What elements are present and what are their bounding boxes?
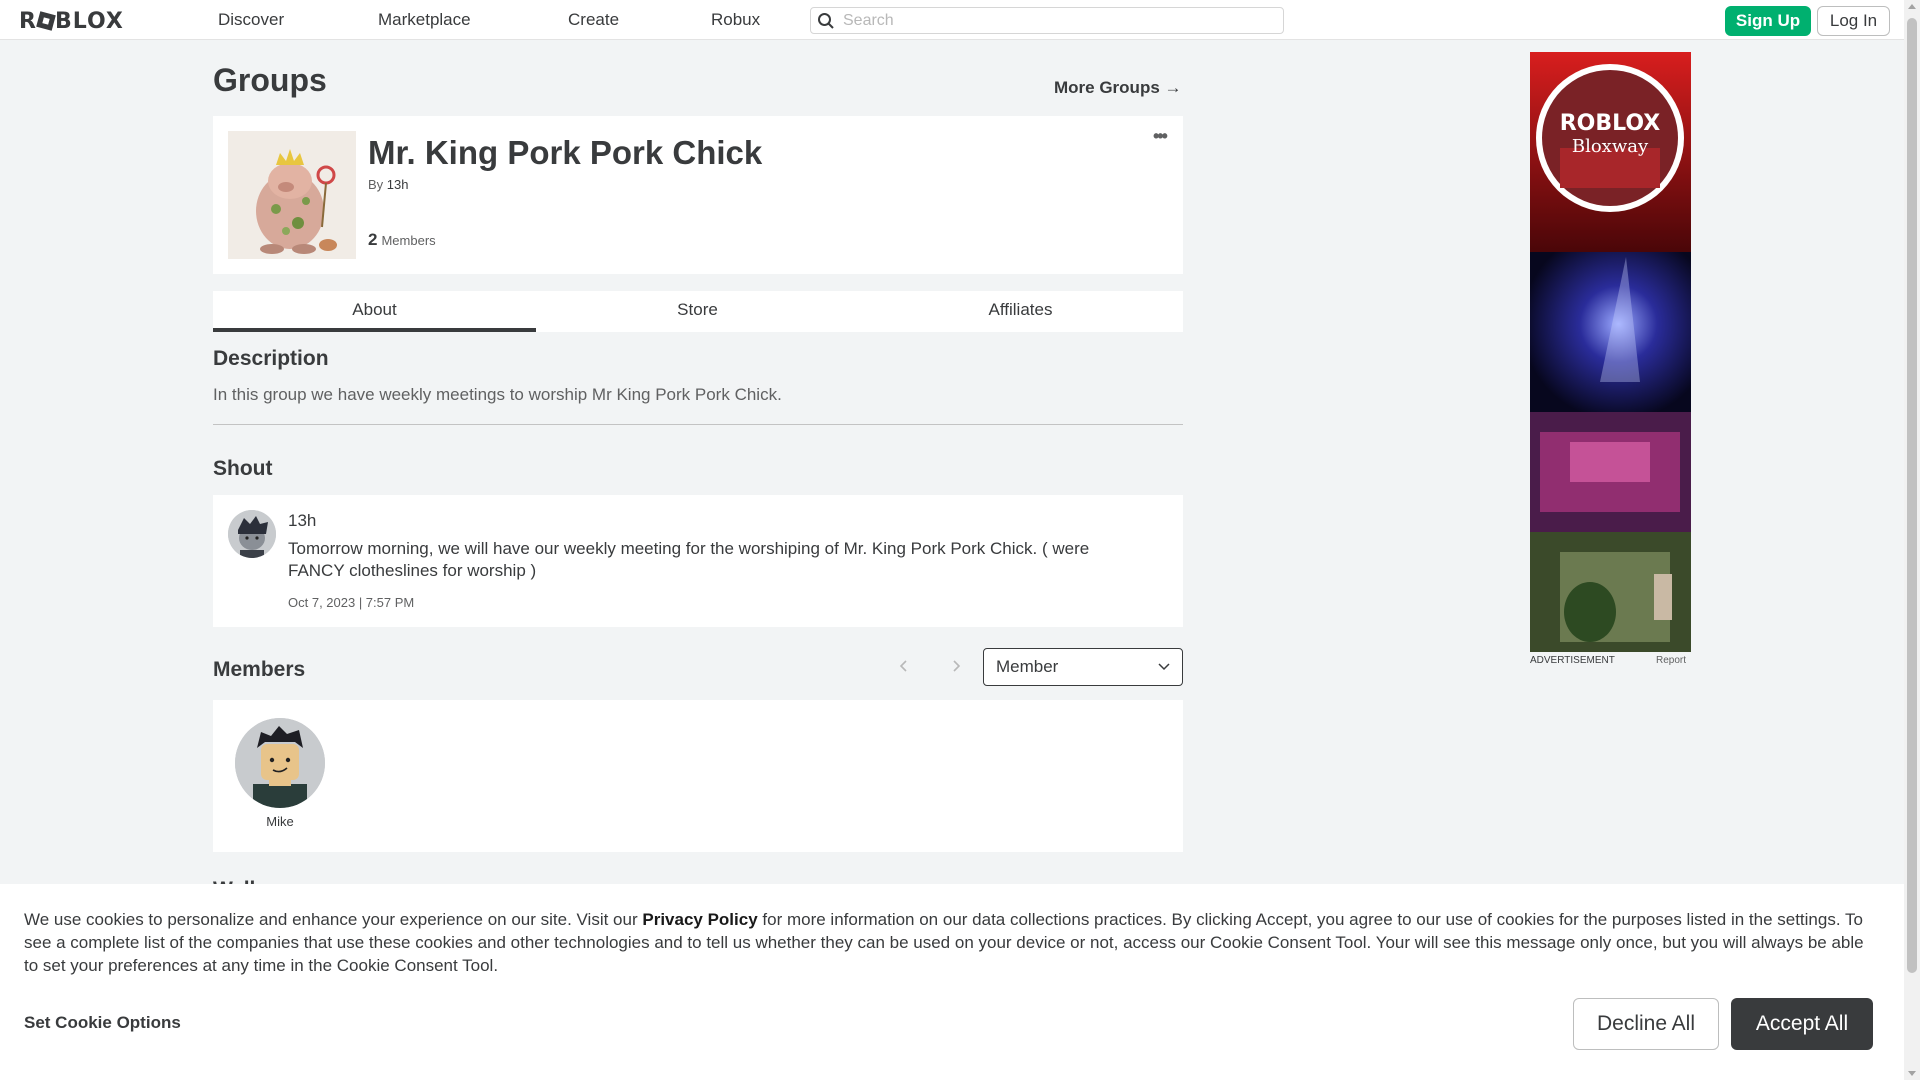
sign-up-button[interactable]: Sign Up: [1725, 6, 1811, 36]
member-name[interactable]: Mike: [235, 814, 325, 829]
group-member-count: 2 Members: [368, 230, 436, 250]
scroll-up-icon[interactable]: [1908, 4, 1916, 9]
set-cookie-options-link[interactable]: Set Cookie Options: [24, 1013, 181, 1033]
search-box[interactable]: [810, 7, 1284, 34]
member-role-value: Member: [996, 657, 1059, 676]
report-ad-link[interactable]: Report: [1656, 655, 1686, 666]
page-scrollbar[interactable]: [1904, 0, 1920, 1080]
cookie-message: We use cookies to personalize and enhanc…: [24, 908, 1880, 977]
chevron-right-icon[interactable]: [946, 656, 966, 676]
scrollbar-thumb[interactable]: [1907, 18, 1917, 973]
shout-heading: Shout: [213, 457, 273, 480]
description-heading: Description: [213, 347, 329, 370]
description-text: In this group we have weekly meetings to…: [213, 385, 782, 404]
tab-about[interactable]: About: [213, 291, 536, 332]
cookie-consent-banner: We use cookies to personalize and enhanc…: [0, 884, 1904, 1080]
advertisement-label: ADVERTISEMENT: [1530, 655, 1615, 666]
more-groups-link[interactable]: More Groups →: [1054, 78, 1182, 98]
members-card: Mike: [213, 700, 1183, 852]
group-header-card: Mr. King Pork Pork Chick By 13h 2 Members…: [213, 116, 1183, 274]
nav-robux[interactable]: Robux: [711, 10, 760, 30]
nav-create[interactable]: Create: [568, 10, 619, 30]
ad-brand-text: ROBLOX: [1560, 111, 1661, 136]
ad-sub-text: Bloxway: [1572, 136, 1649, 157]
log-in-button[interactable]: Log In: [1817, 6, 1890, 36]
shout-timestamp: Oct 7, 2023 | 7:57 PM: [288, 595, 415, 610]
member-avatar[interactable]: [235, 718, 325, 808]
decline-all-button[interactable]: Decline All: [1573, 998, 1719, 1050]
shout-author-name[interactable]: 13h: [288, 511, 316, 531]
search-icon: [818, 13, 834, 29]
group-owner-link[interactable]: 13h: [387, 177, 409, 192]
members-heading: Members: [213, 658, 306, 681]
scroll-down-icon[interactable]: [1908, 1071, 1916, 1076]
group-emblem-image: [228, 131, 356, 259]
shout-message: Tomorrow morning, we will have our weekl…: [288, 539, 1090, 580]
accept-all-button[interactable]: Accept All: [1731, 998, 1873, 1050]
shout-author-avatar[interactable]: [228, 510, 276, 558]
ellipsis-icon[interactable]: •••: [1153, 126, 1168, 147]
chevron-left-icon[interactable]: [894, 656, 914, 676]
top-navigation-bar: R BLOX Discover Marketplace Create Robux …: [0, 0, 1904, 40]
privacy-policy-link[interactable]: Privacy Policy: [642, 910, 757, 929]
member-role-dropdown[interactable]: Member: [983, 648, 1183, 686]
group-name: Mr. King Pork Pork Chick: [368, 134, 763, 171]
by-label: By: [368, 177, 384, 192]
roblox-logo[interactable]: R BLOX: [19, 9, 124, 34]
group-tabs: About Store Affiliates: [213, 291, 1183, 332]
member-count-label: Members: [381, 233, 436, 248]
advertisement-banner[interactable]: ROBLOX Bloxway: [1530, 52, 1691, 652]
page-title: Groups: [213, 62, 327, 98]
cookie-text-before: We use cookies to personalize and enhanc…: [24, 910, 643, 929]
tab-affiliates[interactable]: Affiliates: [859, 291, 1182, 332]
nav-discover[interactable]: Discover: [218, 10, 284, 30]
nav-marketplace[interactable]: Marketplace: [378, 10, 471, 30]
search-input[interactable]: [843, 10, 1273, 31]
shout-card: 13h Tomorrow morning, we will have our w…: [213, 495, 1183, 627]
member-count-value: 2: [368, 230, 378, 249]
tab-store[interactable]: Store: [536, 291, 859, 332]
group-owner-line: By 13h: [368, 177, 409, 192]
chevron-down-icon: [1158, 663, 1170, 671]
section-divider: [213, 424, 1183, 425]
